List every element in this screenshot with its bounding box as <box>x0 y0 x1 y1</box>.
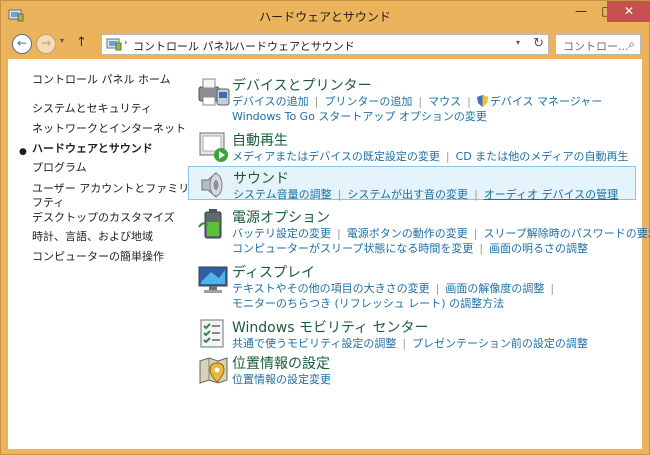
sidebar-item-desktop-customize[interactable]: デスクトップのカスタマイズ <box>32 209 175 225</box>
breadcrumb-separator[interactable]: › <box>124 38 128 48</box>
adjust-volume-link[interactable]: システム音量の調整 <box>233 188 332 201</box>
adjust-mobility-settings-link[interactable]: 共通で使うモビリティ設定の調整 <box>232 337 396 350</box>
task-links-row: モニターのちらつき (リフレッシュ レート) の調整方法 <box>232 295 504 311</box>
speaker-icon <box>201 171 223 199</box>
add-device-link[interactable]: デバイスの追加 <box>232 95 309 108</box>
task-links-row: 位置情報の設定変更 <box>232 371 331 387</box>
category-title[interactable]: 電源オプション <box>232 207 330 227</box>
refresh-icon[interactable]: ↻ <box>533 36 544 51</box>
close-button[interactable]: ✕ <box>607 1 650 22</box>
breadcrumb-hardware-sound[interactable]: ハードウェアとサウンド <box>234 38 355 54</box>
task-links-row: デバイスの追加 | プリンターの追加 | マウス | デバイス マネージャー <box>232 95 603 108</box>
mobility-center-icon <box>200 319 224 348</box>
device-manager-link[interactable]: デバイス マネージャー <box>490 95 602 108</box>
change-battery-settings-link[interactable]: バッテリ設定の変更 <box>232 227 331 240</box>
require-password-wake-link[interactable]: スリープ解除時のパスワードの要求 <box>483 227 650 240</box>
change-location-settings-link[interactable]: 位置情報の設定変更 <box>232 373 331 386</box>
current-item-bullet: ● <box>19 147 27 157</box>
breadcrumb-control-panel[interactable]: コントロール パネル <box>133 38 236 54</box>
category-power-options: 電源オプション バッテリ設定の変更 | 電源ボタンの動作の変更 | スリープ解除時のパス… <box>188 205 650 255</box>
sidebar-item-system-security[interactable]: システムとセキュリティ <box>32 100 152 116</box>
sidebar-item-clock-language-region[interactable]: 時計、言語、および地域 <box>32 228 153 244</box>
add-printer-link[interactable]: プリンターの追加 <box>324 95 412 108</box>
category-title[interactable]: 位置情報の設定 <box>232 353 330 373</box>
window-title: ハードウェアとサウンド <box>259 10 391 24</box>
search-box[interactable]: コントロー... ⌕ <box>555 34 641 55</box>
category-autoplay: 自動再生 メディアまたはデバイスの既定設定の変更 | CD または他のメディアの自動… <box>188 128 636 164</box>
change-sleep-time-link[interactable]: コンピューターがスリープ状態になる時間を変更 <box>232 242 473 255</box>
sidebar-item-hardware-sound: ハードウェアとサウンド <box>32 142 153 155</box>
category-title[interactable]: 自動再生 <box>232 130 288 150</box>
mouse-link[interactable]: マウス <box>428 95 461 108</box>
category-sound[interactable]: サウンド システム音量の調整 | システムが出す音の変更 | オーディオ デバイスの管理 <box>188 166 636 201</box>
up-button[interactable]: ↑ <box>76 35 87 50</box>
forward-button[interactable]: → <box>36 34 56 54</box>
uac-shield-icon <box>476 95 488 107</box>
task-links-row: コンピューターがスリープ状態になる時間を変更 | 画面の明るさの調整 <box>232 242 589 255</box>
default-media-settings-link[interactable]: メディアまたはデバイスの既定設定の変更 <box>232 150 440 163</box>
sidebar-item-control-panel-home[interactable]: コントロール パネル ホーム <box>32 71 171 87</box>
minimize-button[interactable]: — <box>568 1 594 22</box>
sidebar-item-user-accounts-cont[interactable]: フティ <box>32 194 64 210</box>
location-icon <box>199 357 228 384</box>
category-title[interactable]: サウンド <box>233 168 289 188</box>
search-icon[interactable]: ⌕ <box>628 37 635 52</box>
autoplay-cd-link[interactable]: CD または他のメディアの自動再生 <box>456 150 629 163</box>
title-bar[interactable]: ハードウェアとサウンド — □ ✕ <box>1 1 650 31</box>
category-title[interactable]: ディスプレイ <box>232 262 315 282</box>
task-links-row: 共通で使うモビリティ設定の調整 | プレゼンテーション前の設定の調整 <box>232 337 588 350</box>
control-panel-icon <box>106 38 122 51</box>
adjust-refresh-rate-link[interactable]: モニターのちらつき (リフレッシュ レート) の調整方法 <box>232 297 504 310</box>
category-devices-printers: デバイスとプリンター デバイスの追加 | プリンターの追加 | マウス | デバイス マネー… <box>188 73 636 123</box>
change-text-size-link[interactable]: テキストやその他の項目の大きさの変更 <box>232 282 430 295</box>
category-title[interactable]: デバイスとプリンター <box>232 75 372 95</box>
sidebar-item-network-internet[interactable]: ネットワークとインターネット <box>32 120 186 136</box>
power-button-action-link[interactable]: 電源ボタンの動作の変更 <box>347 227 468 240</box>
task-links-row: システム音量の調整 | システムが出す音の変更 | オーディオ デバイスの管理 <box>233 188 619 201</box>
search-placeholder[interactable]: コントロー... <box>563 38 629 54</box>
display-icon <box>198 266 228 293</box>
task-links-row: メディアまたはデバイスの既定設定の変更 | CD または他のメディアの自動再生 <box>232 150 629 163</box>
windows-to-go-link[interactable]: Windows To Go スタートアップ オプションの変更 <box>232 110 487 123</box>
category-display: ディスプレイ テキストやその他の項目の大きさの変更 | 画面の解像度の調整 | モニタ… <box>188 260 636 310</box>
recent-locations-dropdown[interactable]: ▾ <box>60 36 64 45</box>
control-panel-window: ハードウェアとサウンド — □ ✕ ← → ▾ ↑ › コントロール パネル ›… <box>0 0 650 455</box>
breadcrumb-separator[interactable]: › <box>225 38 229 48</box>
address-dropdown-icon[interactable]: ▾ <box>516 38 520 47</box>
adjust-brightness-link[interactable]: 画面の明るさの調整 <box>489 242 588 255</box>
task-links-row: テキストやその他の項目の大きさの変更 | 画面の解像度の調整 | <box>232 282 555 295</box>
printer-icon <box>198 78 230 106</box>
content-area: コントロール パネル ホーム システムとセキュリティ ネットワークとインターネッ… <box>8 59 650 449</box>
task-links-row: バッテリ設定の変更 | 電源ボタンの動作の変更 | スリープ解除時のパスワードの要求 <box>232 225 650 241</box>
adjust-resolution-link[interactable]: 画面の解像度の調整 <box>445 282 544 295</box>
autoplay-icon <box>199 132 228 162</box>
sidebar-item-programs[interactable]: プログラム <box>32 159 87 175</box>
battery-icon <box>198 209 222 239</box>
presentation-settings-link[interactable]: プレゼンテーション前の設定の調整 <box>412 337 588 350</box>
address-bar[interactable]: › コントロール パネル › ハードウェアとサウンド ▾ ↻ <box>101 34 549 55</box>
sidebar-item-ease-of-access[interactable]: コンピューターの簡単操作 <box>32 248 164 264</box>
change-system-sounds-link[interactable]: システムが出す音の変更 <box>347 188 468 201</box>
navigation-bar: ← → ▾ ↑ › コントロール パネル › ハードウェアとサウンド ▾ ↻ コ… <box>8 31 642 59</box>
task-links-row: Windows To Go スタートアップ オプションの変更 <box>232 108 487 124</box>
category-mobility-center: Windows モビリティ センター 共通で使うモビリティ設定の調整 | プレゼンテ… <box>188 315 636 351</box>
manage-audio-devices-link[interactable]: オーディオ デバイスの管理 <box>484 188 618 201</box>
category-title[interactable]: Windows モビリティ センター <box>232 317 429 337</box>
category-location-settings: 位置情報の設定 位置情報の設定変更 <box>188 351 636 387</box>
back-button[interactable]: ← <box>12 34 32 54</box>
